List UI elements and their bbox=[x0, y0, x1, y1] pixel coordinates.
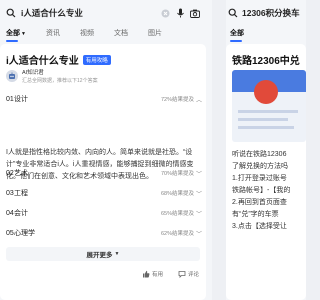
chevron-down-icon: ﹀ bbox=[195, 231, 202, 238]
chevron-down-icon: ▼ bbox=[21, 31, 26, 37]
option-index: 05 bbox=[6, 229, 14, 237]
tab-bar: 全部▼ 资讯 视频 文档 图片 bbox=[6, 28, 202, 45]
comment-button[interactable]: 评论 bbox=[178, 270, 199, 278]
chevron-up-icon: ︿ bbox=[195, 97, 202, 104]
app-screenshot-image bbox=[232, 70, 306, 142]
option-index: 01 bbox=[6, 95, 14, 103]
show-more-label: 展开更多 bbox=[86, 252, 113, 259]
avatar bbox=[6, 70, 18, 82]
text-line: 听说在铁路12306 bbox=[232, 151, 287, 158]
right-search-query[interactable]: 12306积分换车 bbox=[242, 7, 300, 19]
right-card-title[interactable]: 铁路12306中兑 bbox=[232, 52, 300, 67]
tab-images[interactable]: 图片 bbox=[148, 28, 162, 45]
text-line: 了解兑换的方法吗 bbox=[232, 163, 288, 170]
comment-label: 评论 bbox=[188, 272, 200, 278]
author-subtitle: 汇总全网数据，推荐以下12个答案 bbox=[22, 78, 98, 84]
placeholder-line bbox=[238, 126, 294, 129]
option-percent: 70%结果提及 bbox=[160, 171, 194, 177]
text-line: 有“兑”字的车票 bbox=[232, 211, 279, 218]
placeholder-line bbox=[238, 110, 298, 113]
tab-news[interactable]: 资讯 bbox=[46, 28, 60, 45]
text-line: 3.点击【选择受让 bbox=[232, 223, 287, 230]
card-title-row: i人适合什么专业 有用攻略 bbox=[6, 52, 111, 67]
option-label: 会计 bbox=[14, 210, 28, 217]
option-row[interactable]: 04 会计 65%结果提及 ﹀ bbox=[6, 205, 202, 221]
author-row: AI知识君 汇总全网数据，推荐以下12个答案 bbox=[6, 68, 98, 84]
option-row[interactable]: 05 心理学 62%结果提及 ﹀ bbox=[6, 225, 202, 241]
chevron-down-icon: ﹀ bbox=[195, 211, 202, 218]
camera-icon[interactable] bbox=[190, 8, 200, 18]
right-result-panel: 12306积分换车 全部 铁路12306中兑 听说在铁路12306 了解兑换的方… bbox=[226, 0, 306, 300]
clear-icon[interactable] bbox=[160, 8, 170, 18]
right-tab-all[interactable]: 全部 bbox=[230, 28, 244, 42]
microphone-icon[interactable] bbox=[175, 8, 185, 18]
option-index: 03 bbox=[6, 189, 14, 197]
search-icon bbox=[6, 8, 16, 18]
option-label: 工程 bbox=[14, 190, 28, 197]
chevron-down-icon: ▼ bbox=[114, 251, 120, 257]
tab-all[interactable]: 全部▼ bbox=[6, 28, 26, 45]
status-badge: 有用攻略 bbox=[82, 54, 111, 65]
thumbs-up-icon bbox=[143, 270, 150, 278]
placeholder-line bbox=[238, 118, 288, 121]
tab-docs[interactable]: 文档 bbox=[114, 28, 128, 45]
option-row[interactable]: 03 工程 68%结果提及 ﹀ bbox=[6, 185, 202, 201]
card-title[interactable]: i人适合什么专业 bbox=[6, 52, 79, 67]
option-label: 艺术 bbox=[14, 170, 28, 177]
show-more-button[interactable]: 展开更多 ▼ bbox=[6, 247, 200, 261]
text-line: 1.打开登录过账号 bbox=[232, 175, 287, 182]
search-query[interactable]: i人适合什么专业 bbox=[21, 7, 155, 19]
option-percent: 72%结果提及 bbox=[160, 97, 194, 103]
chevron-down-icon: ﹀ bbox=[195, 191, 202, 198]
text-line: 2.再回到首页面查 bbox=[232, 199, 287, 206]
option-index: 02 bbox=[6, 169, 14, 177]
chevron-down-icon: ﹀ bbox=[195, 171, 202, 178]
like-label: 有用 bbox=[152, 272, 164, 278]
search-icon bbox=[228, 8, 238, 18]
answer-card: i人适合什么专业 有用攻略 AI知识君 汇总全网数据，推荐以下12个答案 01 … bbox=[0, 44, 206, 300]
text-line: 铁路帐号】-【我的 bbox=[232, 187, 291, 194]
option-percent: 68%结果提及 bbox=[160, 191, 194, 197]
like-button[interactable]: 有用 bbox=[142, 270, 163, 278]
option-label: 设计 bbox=[14, 96, 28, 103]
option-label: 心理学 bbox=[14, 230, 35, 237]
left-result-panel: i人适合什么专业 全部▼ 资讯 视频 文档 图片 i人适合什么专业 有用攻略 A… bbox=[0, 0, 212, 300]
tab-all-label: 全部 bbox=[6, 30, 20, 37]
option-index: 04 bbox=[6, 209, 14, 217]
option-percent: 65%结果提及 bbox=[160, 211, 194, 217]
train-logo-icon bbox=[254, 80, 278, 104]
option-percent: 62%结果提及 bbox=[160, 231, 194, 237]
search-bar[interactable]: i人适合什么专业 bbox=[4, 4, 200, 22]
right-description: 听说在铁路12306 了解兑换的方法吗 1.打开登录过账号 铁路帐号】-【我的 … bbox=[232, 149, 306, 233]
right-answer-card: 铁路12306中兑 听说在铁路12306 了解兑换的方法吗 1.打开登录过账号 … bbox=[226, 44, 306, 300]
option-row[interactable]: 02 艺术 70%结果提及 ﹀ bbox=[6, 165, 202, 181]
author-name: AI知识君 bbox=[22, 70, 44, 76]
option-row[interactable]: 01 设计 72%结果提及 ︿ bbox=[6, 91, 202, 107]
right-search-bar[interactable]: 12306积分换车 bbox=[228, 4, 304, 22]
tab-video[interactable]: 视频 bbox=[80, 28, 94, 45]
robot-icon bbox=[9, 72, 15, 79]
comment-icon bbox=[178, 271, 186, 278]
